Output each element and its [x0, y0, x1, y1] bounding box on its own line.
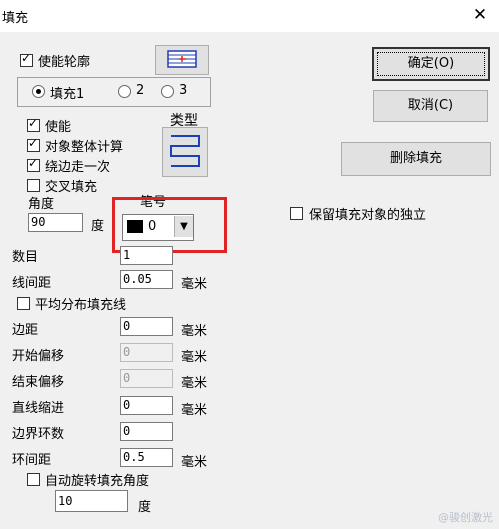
- end-offset-label: 结束偏移: [12, 375, 65, 390]
- fill-radio-2-label: 2: [136, 83, 145, 98]
- count-label: 数目: [12, 250, 39, 265]
- ring-spacing-label: 环间距: [12, 453, 52, 468]
- even-distribution-checkbox[interactable]: [17, 297, 30, 310]
- contour-enable-checkbox[interactable]: [20, 51, 33, 67]
- line-spacing-input[interactable]: 0.05: [120, 270, 173, 289]
- even-distribution-label: 平均分布填充线: [35, 298, 127, 313]
- boundary-rings-label: 边界环数: [12, 427, 65, 442]
- start-offset-unit: 毫米: [181, 350, 208, 365]
- auto-rotate-checkbox[interactable]: [27, 473, 40, 486]
- line-indent-unit: 毫米: [181, 403, 208, 418]
- margin-label: 边距: [12, 323, 39, 338]
- pen-color-swatch: [127, 220, 143, 233]
- title-bar: [0, 0, 499, 32]
- fill-radio-3[interactable]: [161, 85, 174, 98]
- ok-button[interactable]: 确定(O): [372, 47, 490, 81]
- cancel-button[interactable]: 取消(C): [373, 90, 488, 122]
- line-spacing-unit: 毫米: [181, 277, 208, 292]
- start-offset-label: 开始偏移: [12, 349, 65, 364]
- line-indent-label: 直线缩进: [12, 401, 65, 416]
- fill-type-icon: [170, 135, 200, 167]
- contour-settings-button[interactable]: [155, 45, 209, 75]
- line-spacing-label: 线间距: [12, 276, 52, 291]
- close-icon[interactable]: ✕: [468, 3, 492, 27]
- delete-fill-button-label: 删除填充: [389, 151, 442, 166]
- end-offset-input[interactable]: 0: [120, 369, 173, 388]
- keep-independent-label: 保留填充对象的独立: [309, 208, 427, 223]
- contour-enable-label: 使能轮廓: [38, 55, 91, 70]
- focus-ring: [377, 52, 485, 76]
- auto-rotate-input[interactable]: 10: [55, 490, 128, 512]
- pen-select[interactable]: 0 ▼: [122, 214, 194, 241]
- fill-type-button[interactable]: [162, 127, 208, 177]
- count-input[interactable]: 1: [120, 246, 173, 265]
- boundary-rings-input[interactable]: 0: [120, 422, 173, 441]
- angle-unit: 度: [91, 219, 105, 234]
- pen-value: 0: [148, 219, 157, 234]
- watermark: @骏创激光: [438, 511, 493, 524]
- enable-checkbox[interactable]: [27, 116, 40, 132]
- auto-rotate-unit: 度: [138, 500, 152, 515]
- margin-unit: 毫米: [181, 324, 208, 339]
- keep-independent-checkbox[interactable]: [290, 207, 303, 220]
- angle-input[interactable]: 90: [28, 213, 83, 232]
- start-offset-input[interactable]: 0: [120, 343, 173, 362]
- edge-once-checkbox[interactable]: [27, 156, 40, 172]
- fill-radio-1-label: 填充1: [50, 87, 85, 102]
- auto-rotate-label: 自动旋转填充角度: [45, 474, 150, 489]
- angle-label: 角度: [28, 197, 55, 212]
- edge-once-label: 绕边走一次: [45, 160, 111, 175]
- fill-radio-3-label: 3: [179, 83, 188, 98]
- fill-radio-2[interactable]: [118, 85, 131, 98]
- enable-label: 使能: [45, 120, 72, 135]
- fill-radio-1[interactable]: [32, 85, 45, 98]
- window-title: 填充: [2, 11, 29, 26]
- chevron-down-icon[interactable]: ▼: [174, 216, 193, 237]
- margin-input[interactable]: 0: [120, 317, 173, 336]
- cross-fill-checkbox[interactable]: [27, 179, 40, 192]
- ring-spacing-unit: 毫米: [181, 455, 208, 470]
- cancel-button-label: 取消(C): [407, 98, 454, 113]
- contour-lines-icon: [167, 50, 197, 68]
- whole-object-label: 对象整体计算: [45, 140, 124, 155]
- end-offset-unit: 毫米: [181, 376, 208, 391]
- line-indent-input[interactable]: 0: [120, 396, 173, 415]
- ring-spacing-input[interactable]: 0.5: [120, 448, 173, 467]
- delete-fill-button[interactable]: 删除填充: [341, 142, 491, 176]
- whole-object-checkbox[interactable]: [27, 136, 40, 152]
